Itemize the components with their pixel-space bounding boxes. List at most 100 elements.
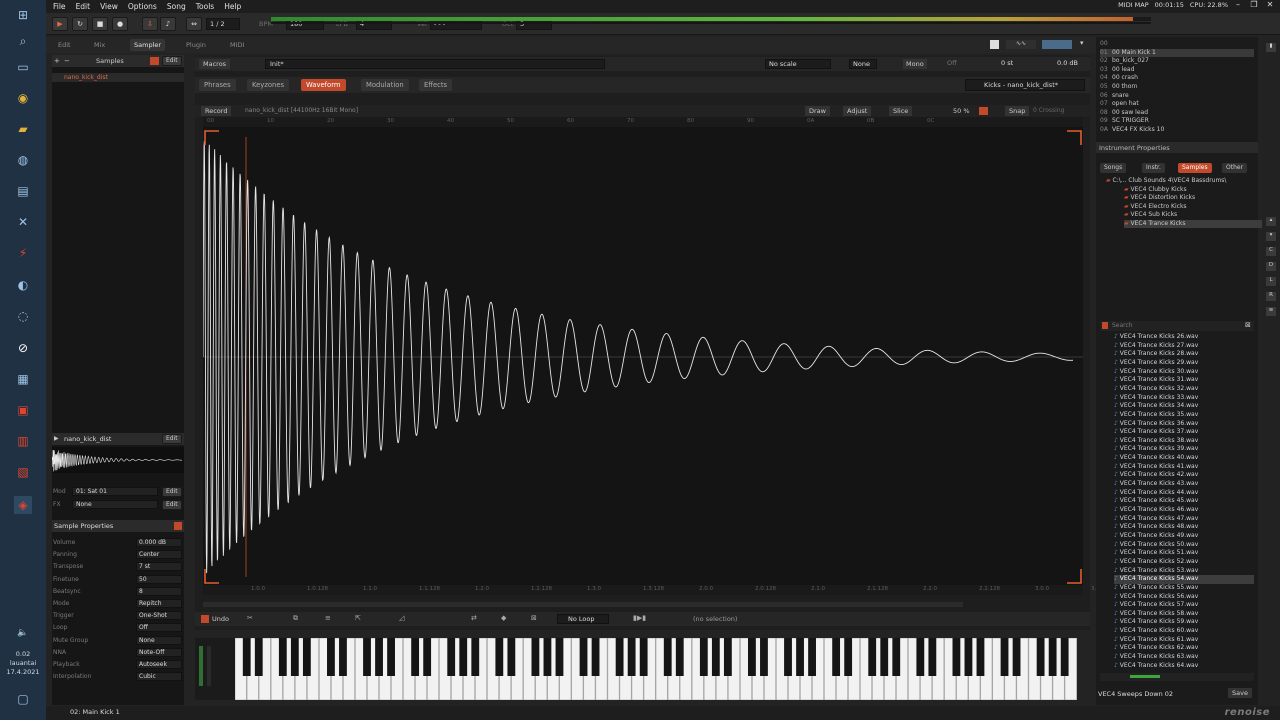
file-item[interactable]: ♪ VEC4 Trance Kicks 56.wav: [1114, 593, 1254, 602]
property-value[interactable]: 7 st: [136, 562, 182, 572]
file-item[interactable]: ♪ VEC4 Trance Kicks 52.wav: [1114, 558, 1254, 567]
property-value[interactable]: 8: [136, 586, 182, 596]
fade-icon[interactable]: ◿: [399, 614, 404, 622]
black-key[interactable]: [495, 638, 504, 676]
menu-options[interactable]: Options: [128, 2, 157, 11]
sample-name-edit-button[interactable]: Edit: [162, 434, 182, 444]
black-key[interactable]: [1036, 638, 1045, 676]
black-key[interactable]: [832, 638, 841, 676]
horizontal-scrollbar[interactable]: [203, 602, 963, 607]
file-item[interactable]: ♪ VEC4 Trance Kicks 36.wav: [1114, 420, 1254, 429]
tab-mix[interactable]: Mix: [90, 39, 109, 51]
metronome-button[interactable]: ♪: [160, 17, 176, 31]
app-icon-4[interactable]: ⚡: [14, 244, 32, 262]
black-key[interactable]: [543, 638, 552, 676]
black-key[interactable]: [615, 638, 624, 676]
menu-song[interactable]: Song: [167, 2, 186, 11]
loop-controls-icon[interactable]: ▮▶▮: [633, 614, 646, 622]
file-item[interactable]: ♪ VEC4 Trance Kicks 40.wav: [1114, 454, 1254, 463]
instrument-row[interactable]: 05 00 thorn: [1100, 83, 1254, 91]
minimize-icon[interactable]: –: [1230, 0, 1246, 9]
maximize-icon[interactable]: ❐: [1246, 0, 1262, 9]
property-value[interactable]: Note-Off: [136, 647, 182, 657]
black-key[interactable]: [1048, 638, 1057, 676]
cut-icon[interactable]: ✂: [247, 614, 253, 622]
browser-tab-songs[interactable]: Songs: [1100, 163, 1127, 173]
instrument-row[interactable]: 09 SC TRIGGER: [1100, 117, 1254, 125]
instrument-row[interactable]: 03 00 lead: [1100, 66, 1254, 74]
tab-waveform[interactable]: Waveform: [301, 79, 346, 91]
instrument-row[interactable]: 02 bo_kick_027: [1100, 57, 1254, 65]
black-key[interactable]: [387, 638, 395, 676]
black-key[interactable]: [375, 638, 383, 676]
instrument-row[interactable]: 06 snare: [1100, 92, 1254, 100]
file-item[interactable]: ♪ VEC4 Trance Kicks 49.wav: [1114, 532, 1254, 541]
instrument-row[interactable]: 00: [1100, 40, 1254, 48]
sample-options-icon[interactable]: [150, 57, 159, 65]
browser-tab-samples[interactable]: Samples: [1178, 163, 1212, 173]
store-icon[interactable]: ▦: [14, 370, 32, 388]
black-key[interactable]: [411, 638, 420, 676]
file-item[interactable]: ♪ VEC4 Trance Kicks 60.wav: [1114, 627, 1254, 636]
fx-edit-button[interactable]: Edit: [162, 500, 182, 510]
black-key[interactable]: [976, 638, 985, 676]
windows-start-icon[interactable]: ⊞: [14, 6, 32, 24]
file-item[interactable]: ♪ VEC4 Trance Kicks 62.wav: [1114, 644, 1254, 653]
black-key[interactable]: [964, 638, 973, 676]
strip-button-5[interactable]: D: [1266, 262, 1276, 271]
file-item[interactable]: ♪ VEC4 Trance Kicks 48.wav: [1114, 523, 1254, 532]
sample-properties-toggle-icon[interactable]: [174, 522, 182, 530]
block-loop-button[interactable]: ⇔: [186, 17, 202, 31]
waveform-ruler-top[interactable]: 00 10 20 30 40 50 60 70 80 90 0A 0B 0C: [203, 117, 1083, 127]
instrument-row[interactable]: 07 open hat: [1100, 100, 1254, 108]
close-icon[interactable]: ✕: [1262, 0, 1278, 9]
instrument-sample-select[interactable]: Kicks - nano_kick_dist*: [965, 79, 1085, 91]
app-icon-6[interactable]: ⊘: [14, 339, 32, 357]
black-key[interactable]: [880, 638, 889, 676]
reverse-icon[interactable]: ⇄: [471, 614, 477, 622]
app-icon-8[interactable]: ▥: [14, 432, 32, 450]
preview-bar[interactable]: [1100, 673, 1254, 681]
play-sample-icon[interactable]: ▶: [54, 435, 59, 442]
app-icon-7[interactable]: ▣: [14, 401, 32, 419]
file-item[interactable]: ♪ VEC4 Trance Kicks 27.wav: [1114, 342, 1254, 351]
undo-checkbox[interactable]: [201, 615, 209, 623]
scale-key-select[interactable]: None: [849, 59, 877, 69]
adjust-button[interactable]: Adjust: [843, 106, 872, 116]
strip-button-7[interactable]: R: [1266, 292, 1276, 301]
file-item[interactable]: ♪ VEC4 Trance Kicks 33.wav: [1114, 394, 1254, 403]
zoom-value[interactable]: 50 %: [953, 107, 970, 115]
file-item[interactable]: ♪ VEC4 Trance Kicks 47.wav: [1114, 515, 1254, 524]
instrument-row[interactable]: 0A VEC4 FX Kicks 10: [1100, 126, 1254, 134]
black-key[interactable]: [748, 638, 756, 676]
instrument-row[interactable]: 04 00 crash: [1100, 74, 1254, 82]
folder-item[interactable]: ▰ VEC4 Electro Kicks: [1124, 203, 1272, 211]
file-item[interactable]: ♪ VEC4 Trance Kicks 45.wav: [1114, 497, 1254, 506]
tab-phrases[interactable]: Phrases: [199, 79, 236, 91]
file-item[interactable]: ♪ VEC4 Trance Kicks 34.wav: [1114, 402, 1254, 411]
waveform-ruler-bottom[interactable]: 1.0.0 1.0.128 1.1.0 1.1.128 1.2.0 1.2.128 1.3.…: [203, 585, 1112, 595]
record-sample-button[interactable]: Record: [201, 106, 232, 116]
black-key[interactable]: [447, 638, 456, 676]
file-item[interactable]: ♪ VEC4 Trance Kicks 54.wav: [1114, 575, 1254, 584]
instrument-row[interactable]: 01 00 Main Kick 1: [1100, 48, 1254, 57]
black-key[interactable]: [1000, 638, 1009, 676]
volume-icon[interactable]: 🔈: [14, 624, 32, 642]
black-key[interactable]: [639, 638, 648, 676]
black-key[interactable]: [1060, 638, 1069, 676]
draw-button[interactable]: Draw: [805, 106, 830, 116]
property-value[interactable]: Center: [136, 550, 182, 560]
file-item[interactable]: ♪ VEC4 Trance Kicks 58.wav: [1114, 610, 1254, 619]
mod-select[interactable]: 01: Sat 01: [72, 487, 158, 496]
strip-button-2[interactable]: ▴: [1266, 217, 1276, 226]
notification-icon[interactable]: ▢: [14, 690, 32, 708]
strip-button-4[interactable]: C: [1266, 247, 1276, 256]
property-value[interactable]: 50: [136, 574, 182, 584]
black-key[interactable]: [507, 638, 516, 676]
property-value[interactable]: One-Shot: [136, 611, 182, 621]
search-clear-icon[interactable]: ⊠: [1245, 321, 1251, 329]
black-key[interactable]: [591, 638, 600, 676]
loop-mode-select[interactable]: No Loop: [557, 614, 609, 624]
black-key[interactable]: [1012, 638, 1021, 676]
follow-button[interactable]: ⇩: [142, 17, 158, 31]
